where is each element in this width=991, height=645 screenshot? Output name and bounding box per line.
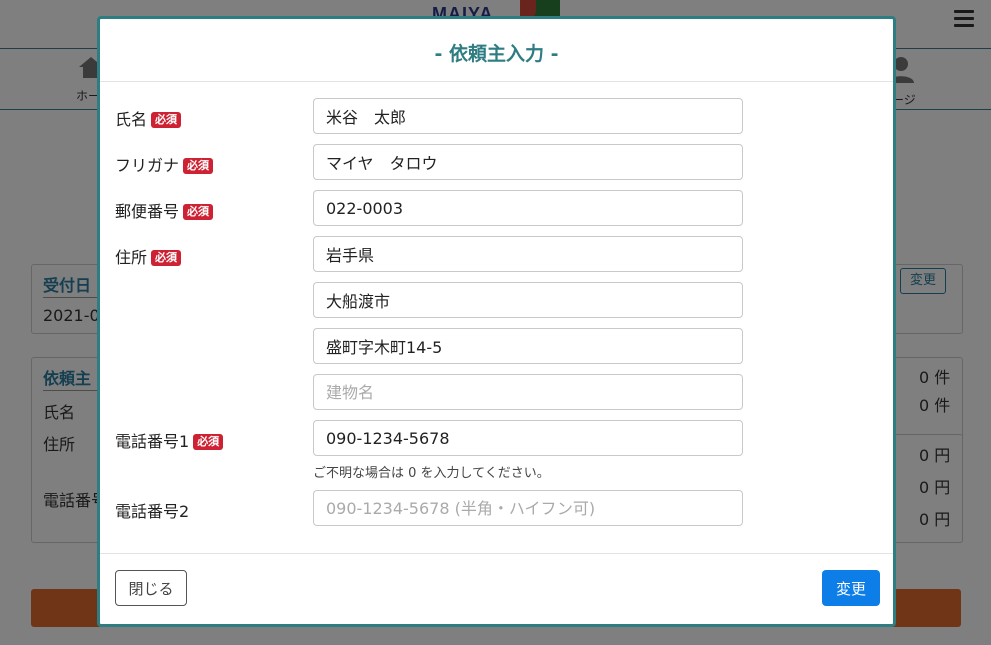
postal-label: 郵便番号 必須 bbox=[115, 198, 214, 222]
submit-change-button[interactable]: 変更 bbox=[822, 570, 880, 606]
phone1-label-text: 電話番号1 bbox=[115, 432, 190, 451]
required-badge: 必須 bbox=[151, 112, 182, 128]
kana-label-text: フリガナ bbox=[115, 156, 180, 175]
modal-footer: 閉じる 変更 bbox=[100, 553, 893, 624]
phone1-label: 電話番号1 必須 bbox=[115, 428, 224, 452]
address-label-text: 住所 bbox=[115, 248, 148, 267]
building-input[interactable] bbox=[313, 374, 743, 410]
phone1-hint: ご不明な場合は 0 を入力してください。 bbox=[313, 466, 550, 481]
required-badge: 必須 bbox=[151, 250, 182, 266]
modal-title: - 依頼主入力 - bbox=[434, 43, 559, 65]
address-label: 住所 必須 bbox=[115, 244, 182, 268]
postal-code-input[interactable] bbox=[313, 190, 743, 226]
close-button[interactable]: 閉じる bbox=[115, 570, 187, 606]
modal-header: - 依頼主入力 - bbox=[100, 19, 893, 82]
postal-label-text: 郵便番号 bbox=[115, 202, 180, 221]
prefecture-input[interactable] bbox=[313, 236, 743, 272]
modal-body: 氏名必須 フリガナ必須 郵便番号必須 住所必須 電話番号1必須 ご不明な場合は … bbox=[100, 82, 893, 552]
phone2-input[interactable] bbox=[313, 490, 743, 526]
required-badge: 必須 bbox=[183, 158, 214, 174]
name-input[interactable] bbox=[313, 98, 743, 134]
required-badge: 必須 bbox=[193, 434, 224, 450]
name-label-text: 氏名 bbox=[115, 110, 148, 129]
client-input-modal: - 依頼主入力 - 氏名必須 フリガナ必須 郵便番号必須 住所必須 電話番号1必… bbox=[97, 16, 896, 627]
phone2-label-text: 電話番号2 bbox=[115, 502, 190, 521]
required-badge: 必須 bbox=[183, 204, 214, 220]
kana-input[interactable] bbox=[313, 144, 743, 180]
phone2-label: 電話番号2 bbox=[115, 498, 189, 522]
city-input[interactable] bbox=[313, 282, 743, 318]
street-input[interactable] bbox=[313, 328, 743, 364]
kana-label: フリガナ 必須 bbox=[115, 152, 214, 176]
phone1-input[interactable] bbox=[313, 420, 743, 456]
name-label: 氏名 必須 bbox=[115, 106, 182, 130]
